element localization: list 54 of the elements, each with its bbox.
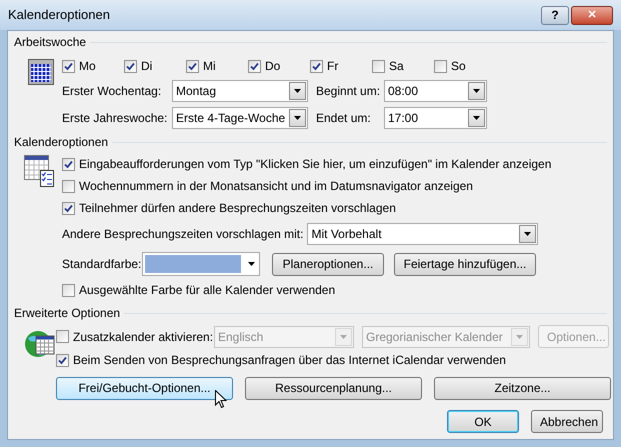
checkbox[interactable] xyxy=(124,60,137,72)
field-label: Standardfarbe: xyxy=(62,256,142,273)
checkbox-label: Fr xyxy=(327,58,338,75)
checkbox-label: So xyxy=(451,58,466,75)
button[interactable]: Ressourcenplanung... xyxy=(245,376,422,400)
checkbox-label: Mi xyxy=(203,58,216,75)
calendar-checklist-icon xyxy=(24,155,54,187)
section-heading: Erweiterte Optionen xyxy=(14,305,120,322)
checkbox-label: Di xyxy=(141,58,152,75)
dropdown[interactable]: Montag xyxy=(172,80,308,102)
field-label: Andere Besprechungszeiten vorschlagen mit: xyxy=(62,226,304,243)
checkbox[interactable] xyxy=(434,60,447,72)
checkbox-label: Sa xyxy=(389,58,404,75)
checkbox[interactable] xyxy=(248,60,261,72)
field-label: Beginnt um: xyxy=(316,82,382,100)
window-title: Kalenderoptionen xyxy=(8,6,111,24)
checkbox[interactable] xyxy=(62,202,75,214)
field-label: Erste Jahreswoche: xyxy=(62,110,168,126)
section-heading: Arbeitswoche xyxy=(14,34,86,51)
checkbox[interactable] xyxy=(62,158,75,170)
field-label: Endet um: xyxy=(316,110,372,126)
checkbox[interactable] xyxy=(186,60,199,72)
help-button[interactable]: ? xyxy=(541,6,569,24)
button[interactable]: Abbrechen xyxy=(531,410,603,433)
dropdown[interactable]: Mit Vorbehalt xyxy=(307,223,538,245)
checkbox[interactable] xyxy=(62,284,75,296)
dropdown-arrow-icon[interactable] xyxy=(248,262,255,266)
dropdown[interactable]: 17:00 xyxy=(384,106,487,128)
color-dropdown[interactable] xyxy=(142,252,260,276)
checkbox[interactable] xyxy=(62,180,75,192)
dropdown[interactable]: 08:00 xyxy=(384,80,487,102)
checkbox-label: Ausgewählte Farbe für alle Kalender verwenden xyxy=(79,282,336,299)
checkbox-label: Zusatzkalender aktivieren: xyxy=(73,328,214,346)
checkbox-label: Eingabeaufforderungen vom Typ "Klicken Sie hier, um einzufügen" im Kalender anzeigen xyxy=(79,156,552,173)
checkbox-label: Teilnehmer dürfen andere Besprechungszeiten vorschlagen xyxy=(79,200,396,217)
button[interactable]: Feiertage hinzufügen... xyxy=(394,252,536,276)
button[interactable]: OK xyxy=(447,410,519,433)
calendar-grid-icon xyxy=(28,59,54,85)
section-heading: Kalenderoptionen xyxy=(14,134,108,151)
checkbox-label: Beim Senden von Besprechungsanfragen über das Internet iCalendar verwenden xyxy=(73,352,506,369)
dropdown[interactable]: Erste 4-Tage-Woche xyxy=(172,106,308,128)
mouse-pointer-icon xyxy=(215,390,227,409)
globe-calendar-icon xyxy=(24,328,56,360)
checkbox-label: Do xyxy=(265,58,280,75)
checkbox[interactable] xyxy=(62,60,75,72)
field-label: Erster Wochentag: xyxy=(62,82,162,100)
button[interactable]: Zeitzone... xyxy=(434,376,611,400)
checkbox[interactable] xyxy=(56,354,69,366)
checkbox[interactable] xyxy=(310,60,323,72)
checkbox[interactable] xyxy=(372,60,385,72)
button[interactable]: Frei/Gebucht-Optionen... xyxy=(56,376,233,400)
button[interactable]: Planeroptionen... xyxy=(272,252,384,276)
checkbox-label: Mo xyxy=(79,58,96,75)
checkbox-label: Wochennummern in der Monatsansicht und im Datumsnavigator anzeigen xyxy=(79,178,473,195)
